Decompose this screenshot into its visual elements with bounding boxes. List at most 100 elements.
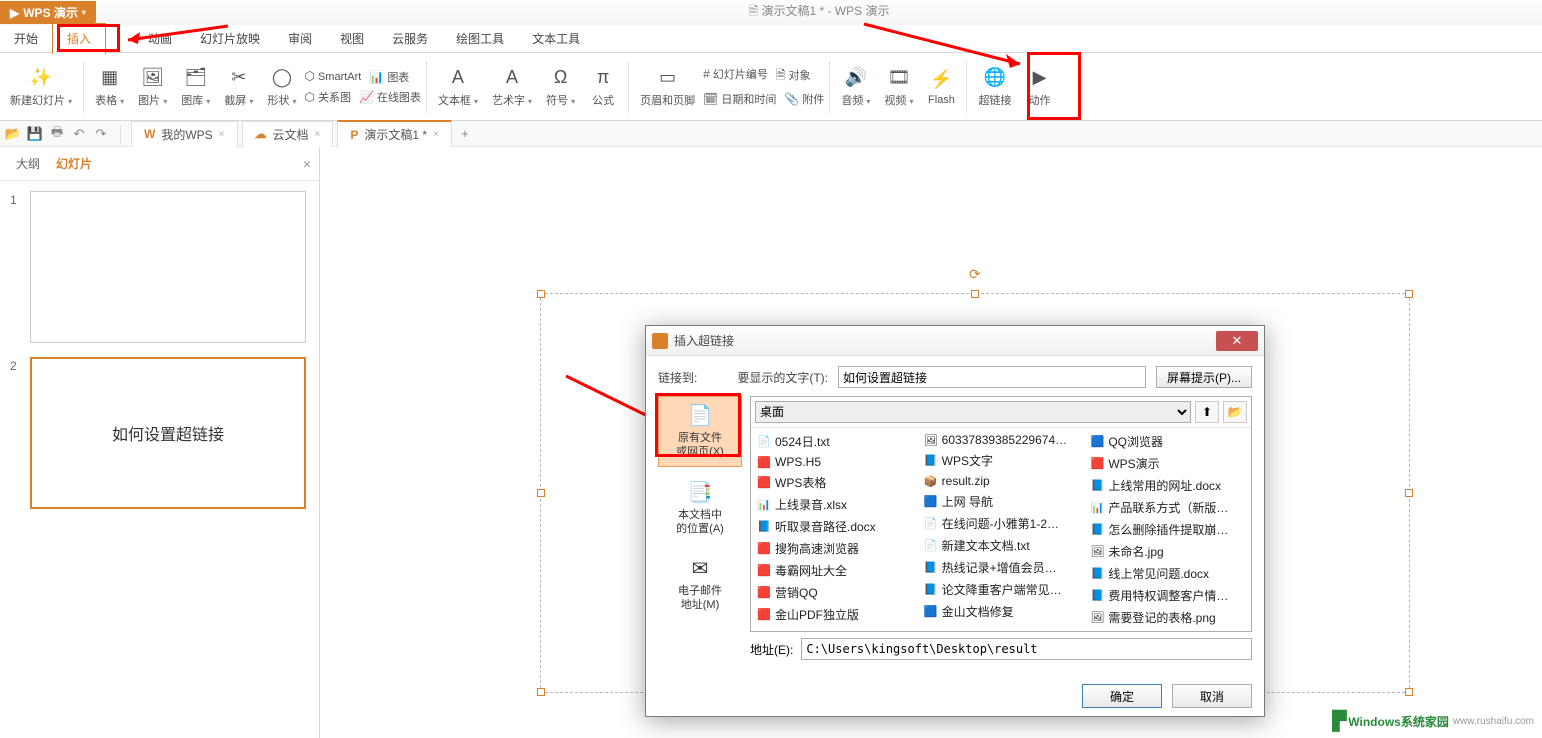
resize-handle[interactable] xyxy=(537,688,545,696)
ok-button[interactable]: 确定 xyxy=(1082,684,1162,708)
file-item[interactable]: 🟥WPS.H5 xyxy=(755,454,914,470)
file-item[interactable]: 📘WPS文字 xyxy=(922,451,1081,470)
tooltip-button[interactable]: 屏幕提示(P)... xyxy=(1156,366,1252,388)
file-item[interactable]: 📄0524日.txt xyxy=(755,432,914,451)
ribbon-图片[interactable]: 🖼图片 ▾ xyxy=(132,55,173,119)
resize-handle[interactable] xyxy=(1405,290,1413,298)
file-item[interactable]: 📘论文降重客户端常见… xyxy=(922,580,1081,599)
app-badge[interactable]: ▶ WPS 演示 ▾ xyxy=(0,1,96,24)
qat-icon[interactable]: 🖶 xyxy=(48,125,66,143)
ribbon-幻灯片编号[interactable]: #幻灯片编号 xyxy=(703,66,768,87)
menu-绘图工具[interactable]: 绘图工具 xyxy=(442,24,518,53)
ribbon-日期和时间[interactable]: 🗓日期和时间 xyxy=(703,91,776,107)
file-item[interactable]: 📦result.zip xyxy=(922,473,1081,489)
file-item[interactable]: 📘怎么删除插件提取崩… xyxy=(1088,520,1247,539)
file-item[interactable]: 📘上线常用的网址.docx xyxy=(1088,476,1247,495)
file-item[interactable]: 📘热线记录+增值会员… xyxy=(922,558,1081,577)
menu-云服务[interactable]: 云服务 xyxy=(378,24,442,53)
doc-tab[interactable]: W我的WPS× xyxy=(131,121,238,147)
ribbon-对象[interactable]: 🗎对象 xyxy=(776,66,811,87)
ribbon-表格[interactable]: ▦表格 ▾ xyxy=(89,55,130,119)
doc-tab[interactable]: ☁云文档× xyxy=(242,121,334,147)
qat-icon[interactable]: ↷ xyxy=(92,125,110,143)
doc-icon: 🗎 xyxy=(748,4,758,18)
file-item[interactable]: 📊上线录音.xlsx xyxy=(755,495,914,514)
file-item[interactable]: 📊产品联系方式（新版… xyxy=(1088,498,1247,517)
menu-blank[interactable] xyxy=(106,33,134,45)
file-item[interactable]: 🟥毒霸网址大全 xyxy=(755,561,914,580)
file-item[interactable]: 🟦金山文档修复 xyxy=(922,602,1081,621)
file-item[interactable]: 📘听取录音路径.docx xyxy=(755,517,914,536)
ribbon-关系图[interactable]: ⬡关系图 xyxy=(304,89,350,105)
ribbon-截屏[interactable]: ✂截屏 ▾ xyxy=(218,55,259,119)
address-input[interactable] xyxy=(801,638,1252,660)
file-item[interactable]: 🟥金山PDF独立版 xyxy=(755,605,914,624)
resize-handle[interactable] xyxy=(537,489,545,497)
file-item[interactable]: 📘线上常见问题.docx xyxy=(1088,564,1247,583)
ribbon-动作[interactable]: ▶动作 xyxy=(1019,55,1059,119)
display-text-input[interactable] xyxy=(838,366,1146,388)
ribbon-页眉和页脚[interactable]: ▭页眉和页脚 xyxy=(634,55,701,119)
file-item[interactable]: 🟥WPS表格 xyxy=(755,473,914,492)
ribbon-视频[interactable]: 🎞视频 ▾ xyxy=(878,55,919,119)
dialog-close-button[interactable]: ✕ xyxy=(1216,331,1258,351)
menu-审阅[interactable]: 审阅 xyxy=(274,24,326,53)
menu-开始[interactable]: 开始 xyxy=(0,24,52,53)
browse-button[interactable]: 📂 xyxy=(1223,401,1247,423)
folder-select[interactable]: 桌面 xyxy=(755,401,1191,423)
ribbon-公式[interactable]: π公式 xyxy=(583,55,623,119)
ribbon-艺术字[interactable]: A艺术字 ▾ xyxy=(486,55,538,119)
linkto-option[interactable]: ✉电子邮件地址(M) xyxy=(658,549,742,620)
up-folder-button[interactable]: ⬆ xyxy=(1195,401,1219,423)
file-item[interactable]: 🖼需要登记的表格.png xyxy=(1088,608,1247,627)
slide-thumb[interactable]: 1 xyxy=(10,191,309,343)
ribbon-图表[interactable]: 📊图表 xyxy=(369,69,409,85)
ribbon-形状[interactable]: ◯形状 ▾ xyxy=(261,55,302,119)
qat-icon[interactable]: ↶ xyxy=(70,125,88,143)
file-item[interactable]: 🖼未命名.jpg xyxy=(1088,542,1247,561)
new-tab-button[interactable]: + xyxy=(456,125,474,143)
menu-视图[interactable]: 视图 xyxy=(326,24,378,53)
resize-handle[interactable] xyxy=(1405,489,1413,497)
ribbon-超链接[interactable]: 🌐超链接 xyxy=(972,55,1017,119)
linkto-option[interactable]: 📄原有文件或网页(X) xyxy=(658,396,742,467)
ribbon-图库[interactable]: 🗂图库 ▾ xyxy=(175,55,216,119)
ribbon-符号[interactable]: Ω符号 ▾ xyxy=(540,55,581,119)
panel-close-icon[interactable]: × xyxy=(303,156,311,172)
linkto-option[interactable]: 📑本文档中的位置(A) xyxy=(658,473,742,544)
cancel-button[interactable]: 取消 xyxy=(1172,684,1252,708)
file-item[interactable]: 📄新建文本文档.txt xyxy=(922,536,1081,555)
doc-tab[interactable]: P演示文稿1 *× xyxy=(337,120,452,147)
dialog-titlebar[interactable]: 插入超链接 ✕ xyxy=(646,326,1264,356)
menu-动画[interactable]: 动画 xyxy=(134,24,186,53)
menu-插入[interactable]: 插入 xyxy=(52,23,106,55)
file-item[interactable]: 🟦QQ浏览器 xyxy=(1088,432,1247,451)
menu-文本工具[interactable]: 文本工具 xyxy=(518,24,594,53)
rotate-handle-icon[interactable]: ⟳ xyxy=(969,266,981,283)
tab-outline[interactable]: 大纲 xyxy=(8,151,48,176)
qat-icon[interactable]: 📂 xyxy=(4,125,22,143)
resize-handle[interactable] xyxy=(971,290,979,298)
file-item[interactable]: 📘费用特权调整客户情… xyxy=(1088,586,1247,605)
file-item[interactable]: 🟦上网 导航 xyxy=(922,492,1081,511)
ribbon-SmartArt[interactable]: ⬡SmartArt xyxy=(304,69,361,85)
file-item[interactable]: 📄在线问题-小雅第1-2… xyxy=(922,514,1081,533)
dialog-icon xyxy=(652,333,668,349)
file-item[interactable]: 🟥搜狗高速浏览器 xyxy=(755,539,914,558)
slide-thumb[interactable]: 2如何设置超链接 xyxy=(10,357,309,509)
qat-icon[interactable]: 💾 xyxy=(26,125,44,143)
resize-handle[interactable] xyxy=(537,290,545,298)
ribbon-Flash[interactable]: ⚡Flash xyxy=(921,55,961,119)
file-item[interactable]: 🟥营销QQ xyxy=(755,583,914,602)
menu-幻灯片放映[interactable]: 幻灯片放映 xyxy=(186,24,274,53)
file-item[interactable]: 🟥WPS演示 xyxy=(1088,454,1247,473)
resize-handle[interactable] xyxy=(1405,688,1413,696)
dialog-title: 插入超链接 xyxy=(674,332,734,349)
ribbon-在线图表[interactable]: 📈在线图表 xyxy=(359,89,421,105)
ribbon-文本框[interactable]: A文本框 ▾ xyxy=(432,55,484,119)
ribbon-新建幻灯片[interactable]: ✨新建幻灯片 ▾ xyxy=(4,55,78,119)
tab-slides[interactable]: 幻灯片 xyxy=(48,151,100,176)
ribbon-附件[interactable]: 📎附件 xyxy=(784,91,824,107)
ribbon-音频[interactable]: 🔊音频 ▾ xyxy=(835,55,876,119)
file-item[interactable]: 🖼60337839385229674… xyxy=(922,432,1081,448)
